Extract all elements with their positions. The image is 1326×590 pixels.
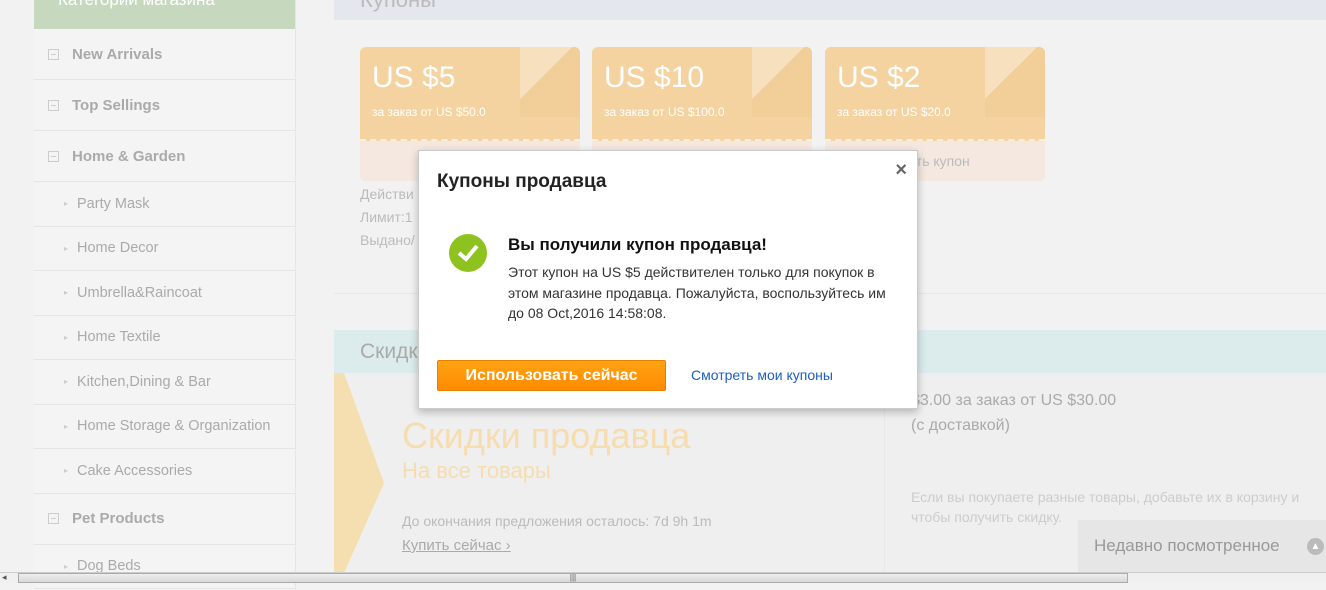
scroll-left-icon[interactable]: ◂ (2, 572, 7, 583)
discount-flag (334, 373, 384, 573)
sidebar-item-label: Pet Products (72, 510, 165, 527)
sidebar-item-label: Umbrella&Raincoat (77, 284, 202, 301)
sidebar-item-label: Cake Accessories (77, 462, 193, 479)
recently-viewed-label: Недавно посмотренное (1094, 536, 1280, 555)
sidebar-item-label: Home Storage & Organization (77, 418, 271, 435)
horizontal-scrollbar[interactable]: ◂ ||| (0, 572, 1326, 583)
collapse-icon[interactable] (48, 48, 59, 60)
collapse-icon[interactable] (48, 150, 59, 162)
dialog-heading: Вы получили купон продавца! (508, 235, 767, 254)
coupon-decoration (752, 47, 812, 117)
sidebar-item[interactable]: ▸ Home Decor (34, 227, 295, 271)
sidebar-item[interactable]: Home & Garden (34, 131, 295, 182)
view-my-coupons-link[interactable]: Смотреть мои купоны (691, 367, 833, 383)
sidebar-item-label: Top Sellings (72, 96, 161, 114)
sidebar-item[interactable]: ▸ Umbrella&Raincoat (34, 271, 295, 316)
collapse-icon[interactable] (48, 513, 59, 524)
discount-remaining: До окончания предложения осталось: 7d 9h… (402, 513, 712, 529)
coupon-decoration (520, 47, 580, 117)
sidebar-item[interactable]: ▸ Cake Accessories (34, 449, 295, 494)
discount-shipping: (с доставкой) (911, 417, 1010, 434)
collapse-icon[interactable] (48, 99, 59, 111)
sidebar-item-label: Party Mask (77, 195, 150, 212)
sidebar-item-label: New Arrivals (72, 45, 163, 63)
sidebar-item[interactable]: Pet Products (34, 494, 295, 545)
discount-title: Скидки продавца (402, 415, 691, 456)
bullet-icon: ▸ (64, 243, 69, 253)
bullet-icon: ▸ (64, 332, 69, 342)
discount-offer: $3.00 за заказ от US $30.00 (911, 392, 1117, 409)
sidebar-item-label: Home Decor (77, 240, 159, 257)
sidebar-item[interactable]: ▸ Home Textile (34, 316, 295, 360)
recently-viewed-button[interactable]: Недавно посмотренное ▲ (1078, 520, 1326, 572)
bullet-icon: ▸ (64, 561, 69, 571)
sidebar-item[interactable]: New Arrivals (34, 29, 295, 80)
bullet-icon: ▸ (64, 421, 69, 431)
dialog-title: Купоны продавца (437, 171, 607, 192)
buy-now-link[interactable]: Купить сейчас › (402, 537, 511, 554)
sidebar-title: Категории магазина (34, 0, 295, 29)
seller-coupon-dialog: Купоны продавца × Вы получили купон прод… (418, 150, 918, 409)
sidebar-item[interactable]: ▸ Kitchen,Dining & Bar (34, 360, 295, 405)
bullet-icon: ▸ (64, 466, 69, 476)
sidebar-item[interactable]: ▸ Home Storage & Organization (34, 405, 295, 449)
store-categories-sidebar: Категории магазина New Arrivals Top Selli… (34, 0, 296, 590)
coupon-decoration (985, 47, 1045, 117)
sidebar-item-label: Home & Garden (72, 147, 186, 165)
sidebar-item-label: Home Textile (77, 329, 161, 346)
bullet-icon: ▸ (64, 199, 69, 209)
scrollbar-thumb[interactable]: ||| (18, 573, 1128, 583)
dialog-message: Этот купон на US $5 действителен только … (508, 264, 886, 321)
coupons-header: Купоны (334, 0, 1326, 20)
sidebar-item-label: Kitchen,Dining & Bar (77, 373, 211, 390)
sidebar-item[interactable]: ▸ Party Mask (34, 182, 295, 227)
sidebar-item[interactable]: Top Sellings (34, 80, 295, 131)
close-icon[interactable]: × (895, 159, 907, 182)
bullet-icon: ▸ (64, 288, 69, 298)
chevron-up-icon: ▲ (1307, 538, 1324, 555)
use-now-button[interactable]: Использовать сейчас (437, 360, 666, 391)
discount-subtitle: На все товары (402, 458, 551, 483)
check-circle-icon (449, 234, 487, 272)
bullet-icon: ▸ (64, 377, 69, 387)
buy-now-label: Купить сейчас (402, 537, 502, 554)
